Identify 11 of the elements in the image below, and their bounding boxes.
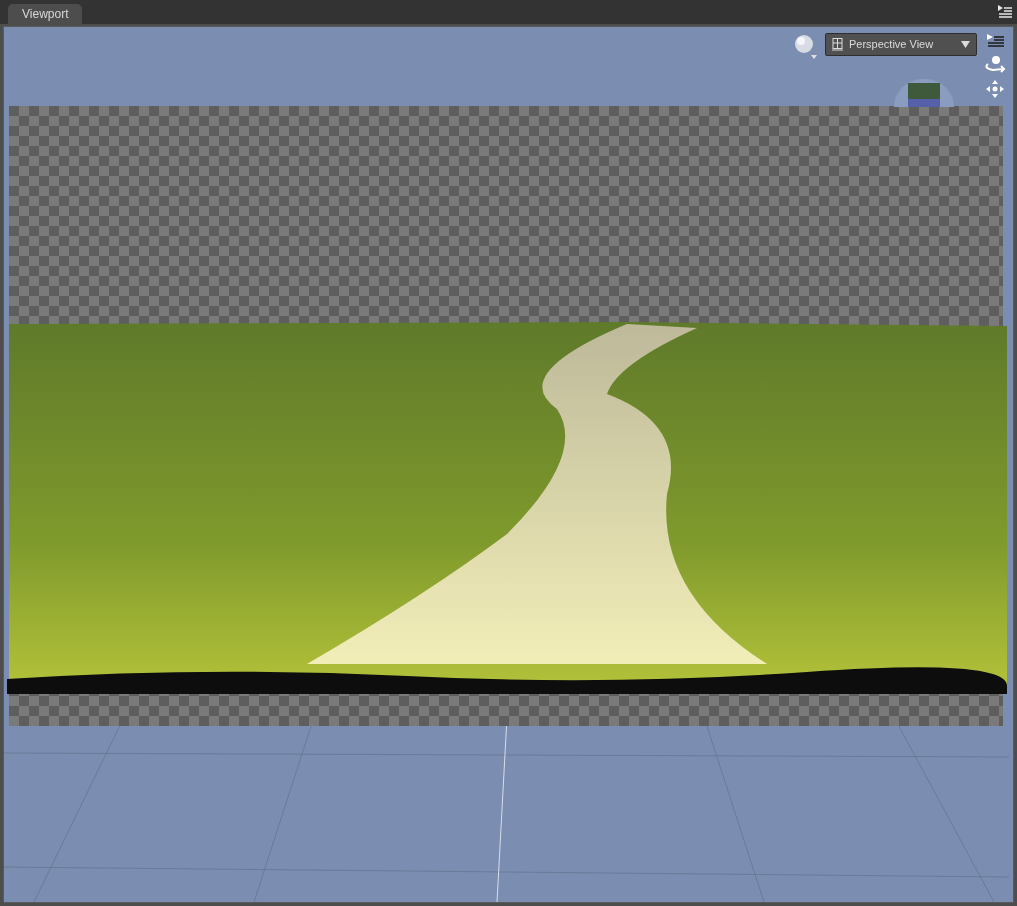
pan-icon[interactable] [985,79,1005,99]
window-icon [832,38,843,51]
sphere-icon[interactable] [793,33,819,59]
list-menu-icon[interactable] [985,33,1005,49]
orbit-icon[interactable] [983,55,1007,73]
view-dropdown[interactable]: Perspective View [825,33,977,56]
view-cube-drawing [894,79,954,107]
panel-tab[interactable]: Viewport [8,4,83,24]
viewport-canvas[interactable]: Perspective View [3,26,1014,903]
caret-icon [961,41,970,48]
panel-menu-icon[interactable] [997,4,1013,20]
